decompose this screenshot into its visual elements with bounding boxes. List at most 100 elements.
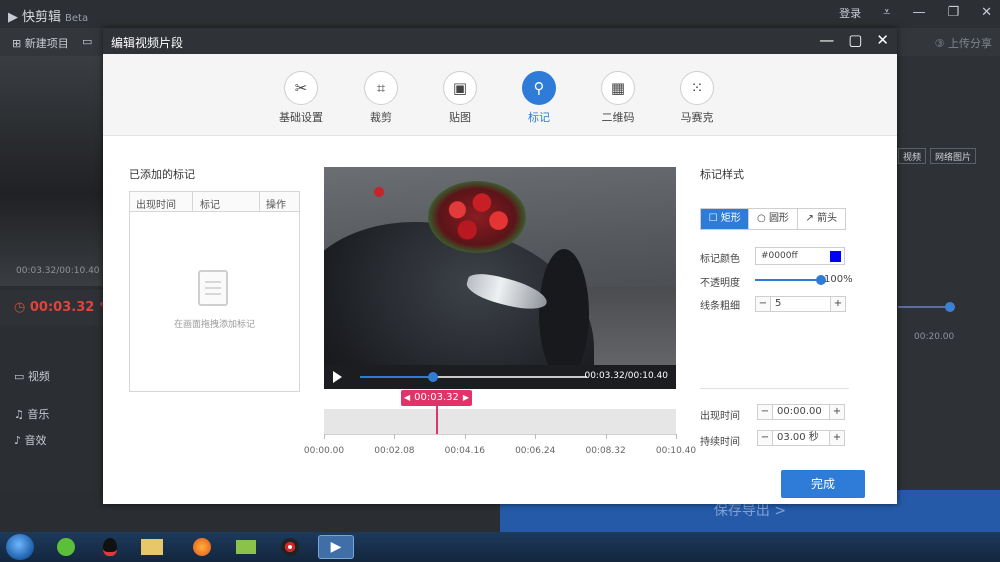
increment-button[interactable]: + [831, 297, 845, 311]
column-mark: 标记 [200, 200, 220, 211]
play-logo-icon: ▶ [8, 10, 18, 25]
new-project-label: 新建项目 [24, 37, 69, 50]
marks-table: 出现时间 标记 操作 在画面拖拽添加标记 [129, 191, 300, 392]
line-width-value[interactable]: 5 [770, 297, 831, 311]
appear-time-value[interactable]: 00:00.00 [772, 405, 830, 419]
start-button[interactable] [6, 534, 34, 560]
shape-rectangle-button[interactable]: ☐ 矩形 [701, 209, 750, 229]
dialog-window-controls: — ▢ ✕ [819, 31, 889, 49]
column-actions: 操作 [266, 200, 286, 211]
document-icon [198, 270, 228, 306]
close-icon[interactable]: ✕ [876, 31, 889, 49]
track-list: ▭ 视频 ♫ 音乐 ♪ 音效 [0, 326, 104, 490]
qq-icon[interactable] [92, 535, 128, 559]
menu-icon[interactable]: ⩡ [883, 5, 890, 21]
style-divider [700, 388, 849, 389]
ruler-tick-label: 00:06.24 [515, 446, 556, 456]
tab-label: 马赛克 [680, 111, 714, 124]
decrement-button[interactable]: − [758, 405, 772, 419]
appear-time-stepper[interactable]: − 00:00.00 + [757, 404, 845, 420]
video-button[interactable]: 视频 [898, 148, 927, 164]
beta-badge: Beta [65, 13, 89, 24]
player-progress[interactable] [360, 372, 587, 382]
done-button[interactable]: 完成 [781, 470, 865, 498]
mark-timeline[interactable] [324, 409, 676, 434]
column-divider [192, 192, 193, 212]
ruler-tick [394, 434, 396, 439]
ruler-tick [324, 434, 325, 439]
maximize-icon[interactable]: ❐ [947, 5, 959, 21]
tab-sticker[interactable]: ▣ 贴图 [430, 71, 490, 125]
mark-style-title: 标记样式 [700, 168, 744, 181]
background-preview [0, 56, 104, 286]
decrement-button[interactable]: − [758, 431, 772, 445]
login-link[interactable]: 登录 [839, 5, 861, 21]
duration-stepper[interactable]: − 03.00 秒 + [757, 430, 845, 446]
zoom-slider-knob[interactable] [945, 302, 955, 312]
appear-time-label: 出现时间 [700, 411, 740, 422]
playhead-time[interactable]: ◀ 00:03.32 ▶ [401, 390, 472, 406]
upload-share-button[interactable]: ③ 上传分享 [935, 35, 992, 51]
tab-basic-settings[interactable]: ✂ 基础设置 [271, 71, 331, 125]
record-icon[interactable] [272, 535, 308, 559]
track-video[interactable]: ▭ 视频 [14, 368, 50, 384]
minimize-icon[interactable]: — [912, 5, 925, 21]
close-icon[interactable]: ✕ [981, 5, 992, 21]
current-time-value: 00:03.32 [29, 300, 95, 315]
shape-label: 箭头 [817, 213, 838, 224]
tab-label: 标记 [528, 111, 550, 124]
tab-crop[interactable]: ⌗ 裁剪 [351, 71, 411, 125]
color-field[interactable]: #0000ff [755, 247, 845, 265]
tab-label: 裁剪 [370, 111, 392, 124]
player-progress-knob[interactable] [427, 372, 438, 382]
folder-app-icon[interactable] [134, 535, 170, 559]
dialog-header: 编辑视频片段 — ▢ ✕ [103, 28, 897, 54]
edit-clip-dialog: 编辑视频片段 — ▢ ✕ ✂ 基础设置 ⌗ 裁剪 ▣ 贴图 ⚲ 标记 ▦ 二维码… [103, 28, 897, 504]
maximize-icon[interactable]: ▢ [848, 31, 862, 49]
tab-qrcode[interactable]: ▦ 二维码 [588, 71, 648, 125]
refresh-app-icon[interactable] [48, 535, 84, 559]
color-swatch[interactable] [830, 251, 841, 262]
playhead-left-arrow-icon[interactable]: ◀ [404, 390, 410, 406]
increment-button[interactable]: + [830, 405, 844, 419]
ruler-tick-label: 00:04.16 [444, 446, 485, 456]
shape-circle-button[interactable]: ○ 圆形 [749, 209, 798, 229]
kuaijianji-taskbar-icon[interactable]: ▶ [318, 535, 354, 559]
background-right-panel: 视频 网络图片 [896, 56, 1000, 490]
track-music[interactable]: ♫ 音乐 [14, 406, 49, 422]
column-appear-time: 出现时间 [136, 200, 176, 211]
shape-arrow-button[interactable]: ↗ 箭头 [798, 209, 845, 229]
web-image-button[interactable]: 网络图片 [930, 148, 977, 164]
decrement-button[interactable]: − [756, 297, 770, 311]
minimize-icon[interactable]: — [819, 31, 834, 49]
video-fender [539, 249, 589, 379]
playhead-line[interactable] [436, 406, 438, 434]
tab-label: 贴图 [449, 111, 471, 124]
crop-icon: ⌗ [364, 71, 398, 105]
edit-tabs: ✂ 基础设置 ⌗ 裁剪 ▣ 贴图 ⚲ 标记 ▦ 二维码 ⁙ 马赛克 [103, 54, 897, 136]
playhead-right-arrow-icon[interactable]: ▶ [463, 390, 469, 406]
increment-button[interactable]: + [830, 431, 844, 445]
video-preview[interactable]: 00:03.32/00:10.40 [324, 167, 676, 389]
duration-value[interactable]: 03.00 秒 [772, 431, 830, 445]
folder-icon[interactable]: ▭ [82, 35, 92, 48]
player-controls: 00:03.32/00:10.40 [324, 365, 676, 389]
line-width-stepper[interactable]: − 5 + [755, 296, 846, 312]
shape-label: 矩形 [720, 213, 741, 224]
app-name: 快剪辑 [22, 10, 62, 25]
opacity-slider[interactable] [755, 279, 821, 281]
app-titlebar: ▶ 快剪辑 Beta 登录 ⩡ — ❐ ✕ [0, 0, 1000, 28]
video-app-icon[interactable] [228, 535, 264, 559]
tab-mark[interactable]: ⚲ 标记 [509, 71, 569, 125]
empty-hint: 在画面拖拽添加标记 [173, 320, 255, 330]
play-icon[interactable] [333, 371, 342, 383]
opacity-value: 100% [824, 274, 853, 285]
dialog-title: 编辑视频片段 [111, 36, 184, 50]
track-sfx[interactable]: ♪ 音效 [14, 432, 47, 448]
new-project-button[interactable]: ⊞ 新建项目 [12, 35, 69, 51]
firefox-icon[interactable] [184, 535, 220, 559]
current-time: ◷ 00:03.32 ✎ [14, 300, 110, 315]
color-label: 标记颜色 [700, 254, 740, 265]
column-divider [259, 192, 260, 212]
tab-mosaic[interactable]: ⁙ 马赛克 [667, 71, 727, 125]
